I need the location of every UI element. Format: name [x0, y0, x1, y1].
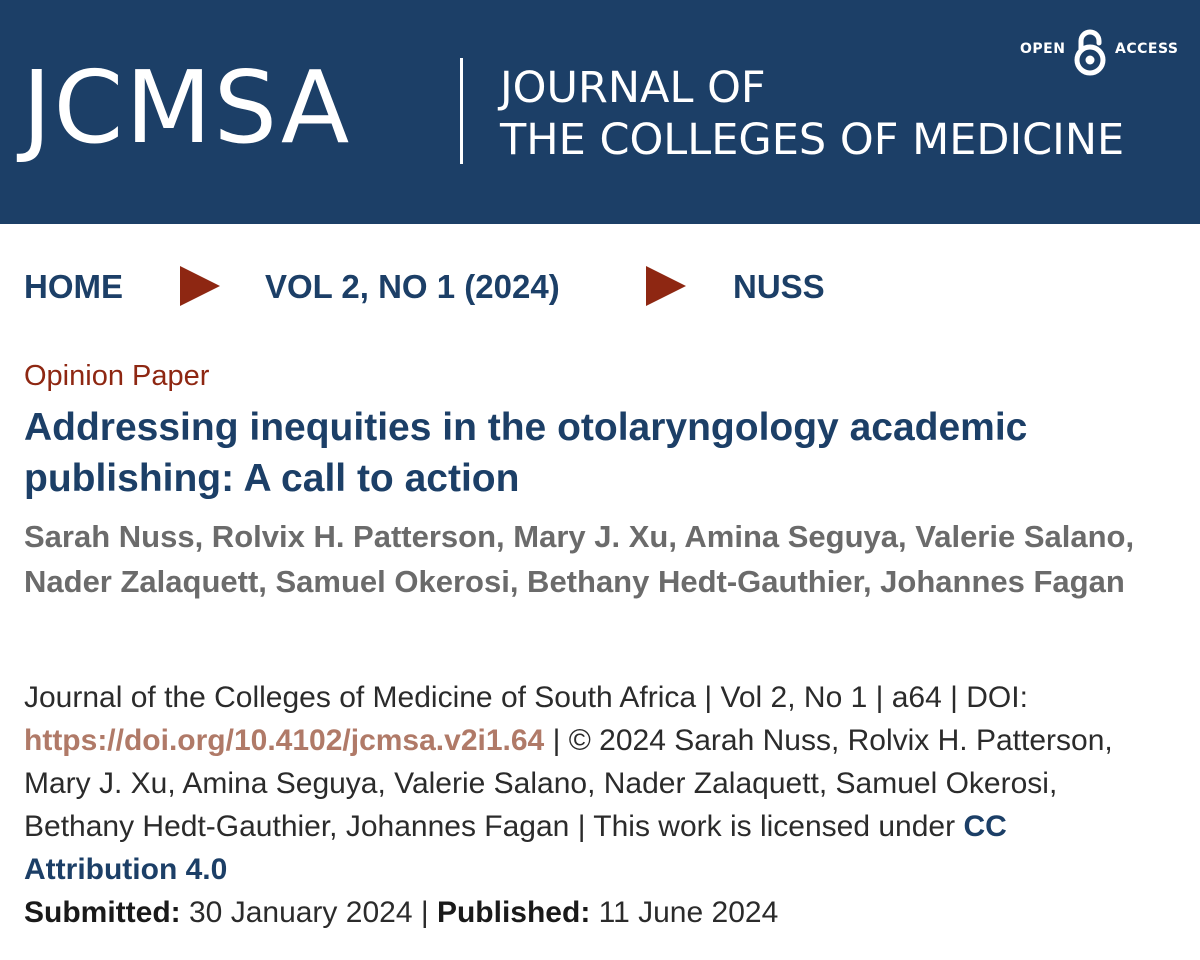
logo-divider — [460, 58, 463, 164]
submitted-date: 30 January 2024 | — [180, 896, 437, 929]
publication-dates: Submitted: 30 January 2024 | Published: … — [24, 891, 1154, 934]
open-access-open-label: OPEN — [1020, 41, 1066, 57]
triangle-right-icon — [180, 266, 220, 306]
published-date: 11 June 2024 — [590, 896, 779, 929]
doi-link[interactable]: https://doi.org/10.4102/jcmsa.v2i1.64 — [24, 724, 544, 757]
breadcrumb-home[interactable]: HOME — [24, 268, 123, 306]
journal-name-line-1: JOURNAL OF — [500, 63, 766, 113]
article-title: Addressing inequities in the otolaryngol… — [24, 406, 1028, 500]
open-access-access-label: ACCESS — [1115, 41, 1179, 57]
citation-block: Journal of the Colleges of Medicine of S… — [24, 676, 1154, 934]
author-list: Sarah Nuss, Rolvix H. Patterson, Mary J.… — [24, 519, 1135, 599]
journal-masthead: JCMSA JOURNAL OF THE COLLEGES OF MEDICIN… — [0, 0, 1200, 224]
citation-journal-info: Journal of the Colleges of Medicine of S… — [24, 681, 1028, 714]
journal-logo[interactable]: JCMSA — [22, 48, 351, 168]
submitted-label: Submitted: — [24, 896, 181, 929]
breadcrumb-issue[interactable]: VOL 2, NO 1 (2024) — [265, 268, 560, 306]
journal-name-line-2: THE COLLEGES OF MEDICINE — [500, 115, 1125, 165]
open-lock-icon — [1074, 29, 1106, 76]
breadcrumb-article: NUSS — [733, 268, 825, 305]
article-type: Opinion Paper — [24, 360, 210, 392]
journal-full-name: JOURNAL OF THE COLLEGES OF MEDICINE — [500, 62, 1124, 166]
triangle-right-icon — [646, 266, 686, 306]
published-label: Published: — [436, 896, 591, 929]
